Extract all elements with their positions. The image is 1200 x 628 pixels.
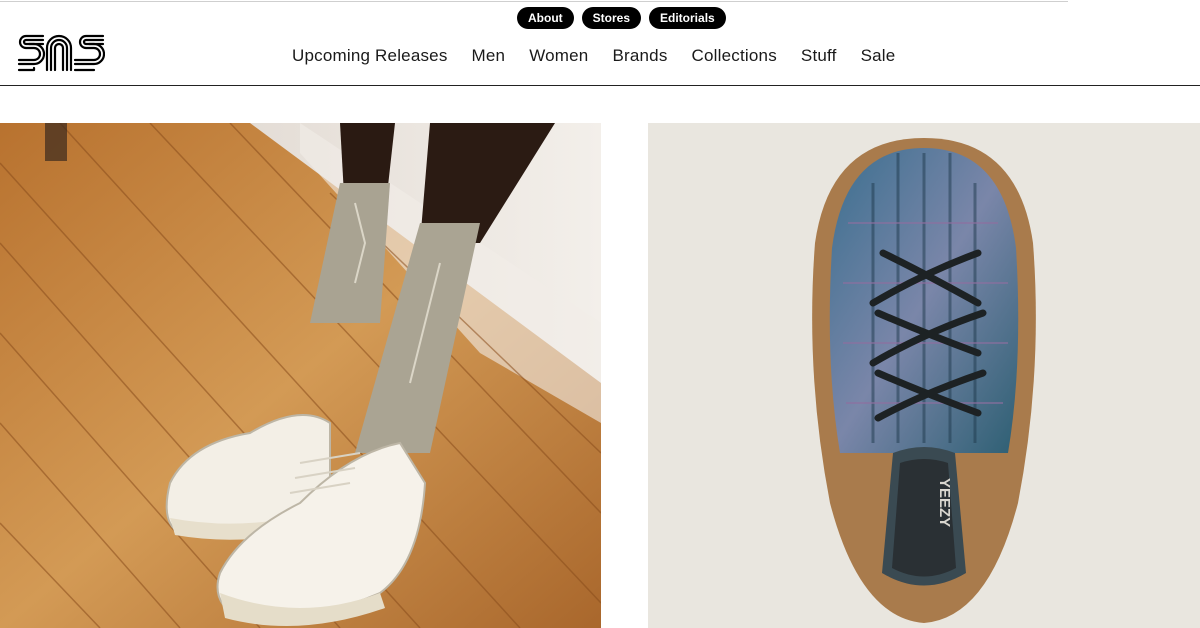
- nav-upcoming-releases[interactable]: Upcoming Releases: [292, 46, 448, 66]
- utility-nav: About Stores Editorials: [517, 7, 726, 29]
- sneakers-on-floor-image: [0, 123, 601, 628]
- yeezy-insole-text: YEEZY: [936, 478, 953, 527]
- hero-image-left[interactable]: [0, 123, 601, 628]
- sns-logo[interactable]: [17, 33, 105, 73]
- stores-link[interactable]: Stores: [581, 7, 642, 29]
- yeezy-sneaker-image: YEEZY: [648, 123, 1200, 628]
- nav-sale[interactable]: Sale: [861, 46, 896, 66]
- header-divider: [0, 85, 1200, 86]
- editorials-link[interactable]: Editorials: [649, 7, 726, 29]
- main-nav: Upcoming Releases Men Women Brands Colle…: [292, 46, 895, 66]
- sns-logo-icon: [17, 34, 105, 72]
- top-divider: [0, 1, 1068, 2]
- about-link[interactable]: About: [517, 7, 574, 29]
- nav-men[interactable]: Men: [472, 46, 506, 66]
- nav-brands[interactable]: Brands: [612, 46, 667, 66]
- nav-women[interactable]: Women: [529, 46, 588, 66]
- nav-collections[interactable]: Collections: [692, 46, 777, 66]
- nav-stuff[interactable]: Stuff: [801, 46, 837, 66]
- hero-image-right[interactable]: YEEZY: [648, 123, 1200, 628]
